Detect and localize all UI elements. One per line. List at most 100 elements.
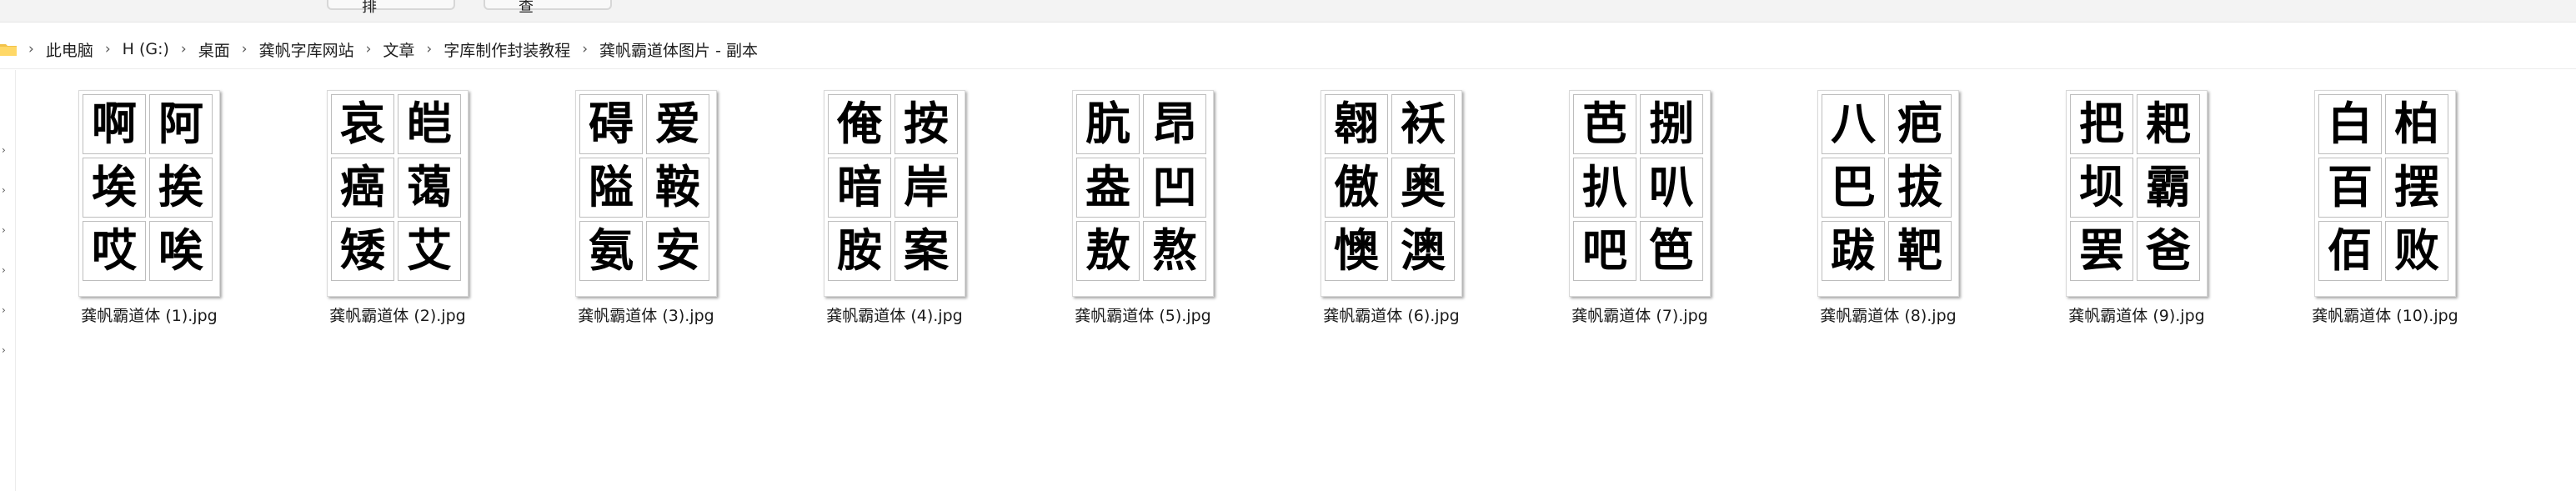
toolbar-tab-b[interactable]: 查 [484,0,612,16]
glyph-cell: 胺 [828,221,891,281]
glyph-cell: 懊 [1325,221,1388,281]
glyph-cell: 岸 [895,158,958,218]
glyph-cell: 昂 [1143,94,1206,154]
glyph-cell: 白 [2318,94,2382,154]
glyph-cell: 氨 [579,221,643,281]
glyph-cell: 俺 [828,94,891,154]
breadcrumb-item-drive[interactable]: H (G:) [123,40,169,58]
expand-arrow-icon[interactable]: › [2,265,8,275]
file-thumbnail[interactable]: 翱袄傲奥懊澳 [1321,90,1462,297]
toolbar-tab-a[interactable]: 排 [327,0,455,16]
glyph-cell: 澳 [1391,221,1455,281]
file-name[interactable]: 龚帆霸道体 (3).jpg [542,303,750,326]
glyph-cell: 笆 [1640,221,1703,281]
glyph-cell: 哎 [83,221,146,281]
glyph-cell: 耙 [2137,94,2200,154]
file-thumbnail[interactable]: 芭捌扒叭吧笆 [1569,90,1711,297]
glyph-cell: 爸 [2137,221,2200,281]
file-thumbnail[interactable]: 八疤巴拔跋靶 [1817,90,1959,297]
folder-icon [0,43,17,56]
glyph-cell: 阿 [149,94,213,154]
file-name[interactable]: 龚帆霸道体 (2).jpg [293,303,502,326]
glyph-cell: 捌 [1640,94,1703,154]
glyph-cell: 败 [2385,221,2448,281]
glyph-cell: 隘 [579,158,643,218]
glyph-cell: 柏 [2385,94,2448,154]
toolbar-strip: 排 查 [0,0,2576,23]
breadcrumb-item-site[interactable]: 龚帆字库网站 [259,38,354,61]
breadcrumb-item-this-pc[interactable]: 此电脑 [46,38,93,61]
glyph-cell: 敖 [1076,221,1140,281]
glyph-cell: 叭 [1640,158,1703,218]
file-thumbnail[interactable]: 碍爱隘鞍氨安 [575,90,717,297]
file-thumbnail[interactable]: 哀皑癌蔼矮艾 [327,90,469,297]
glyph-cell: 奥 [1391,158,1455,218]
file-thumbnail[interactable]: 肮昂盎凹敖熬 [1072,90,1214,297]
breadcrumb-separator: › [241,41,248,58]
glyph-cell: 埃 [83,158,146,218]
file-name[interactable]: 龚帆霸道体 (9).jpg [2032,303,2241,326]
glyph-cell: 碍 [579,94,643,154]
glyph-cell: 案 [895,221,958,281]
glyph-cell: 凹 [1143,158,1206,218]
breadcrumb: › 此电脑 › H (G:) › 桌面 › 龚帆字库网站 › 文章 › 字库制作… [0,30,758,68]
file-thumbnail[interactable]: 把耙坝霸罢爸 [2066,90,2208,297]
navigation-pane-edge[interactable]: › › › › › › [0,70,16,491]
glyph-cell: 摆 [2385,158,2448,218]
breadcrumb-separator: › [582,41,589,58]
breadcrumb-separator: › [365,41,372,58]
breadcrumb-item-articles[interactable]: 文章 [383,38,414,61]
breadcrumb-separator: › [426,41,433,58]
glyph-cell: 百 [2318,158,2382,218]
glyph-cell: 安 [646,221,709,281]
glyph-cell: 跋 [1822,221,1885,281]
expand-arrow-icon[interactable]: › [2,225,8,235]
breadcrumb-item-current-folder[interactable]: 龚帆霸道体图片 - 副本 [599,38,758,61]
breadcrumb-separator: › [104,41,111,58]
glyph-cell: 熬 [1143,221,1206,281]
glyph-cell: 挨 [149,158,213,218]
glyph-cell: 鞍 [646,158,709,218]
file-name[interactable]: 龚帆霸道体 (6).jpg [1287,303,1496,326]
glyph-cell: 盎 [1076,158,1140,218]
file-thumbnail[interactable]: 啊阿埃挨哎唉 [78,90,220,297]
file-name[interactable]: 龚帆霸道体 (7).jpg [1536,303,1744,326]
file-name[interactable]: 龚帆霸道体 (10).jpg [2281,303,2489,326]
glyph-cell: 啊 [83,94,146,154]
glyph-cell: 八 [1822,94,1885,154]
expand-arrow-icon[interactable]: › [2,185,8,195]
glyph-cell: 疤 [1888,94,1952,154]
glyph-cell: 靶 [1888,221,1952,281]
glyph-cell: 爱 [646,94,709,154]
glyph-cell: 皑 [398,94,461,154]
glyph-cell: 艾 [398,221,461,281]
glyph-cell: 袄 [1391,94,1455,154]
glyph-cell: 坝 [2070,158,2133,218]
toolbar-tab-b-label: 查 [519,0,534,16]
file-thumbnail[interactable]: 俺按暗岸胺案 [824,90,965,297]
glyph-cell: 拔 [1888,158,1952,218]
breadcrumb-item-tutorial[interactable]: 字库制作封装教程 [444,38,570,61]
address-bar[interactable]: › 此电脑 › H (G:) › 桌面 › 龚帆字库网站 › 文章 › 字库制作… [0,30,2576,69]
expand-arrow-icon[interactable]: › [2,145,8,155]
glyph-cell: 吧 [1573,221,1636,281]
glyph-cell: 唉 [149,221,213,281]
file-name[interactable]: 龚帆霸道体 (1).jpg [45,303,253,326]
file-name[interactable]: 龚帆霸道体 (8).jpg [1784,303,1992,326]
file-thumbnail[interactable]: 白柏百摆佰败 [2314,90,2456,297]
breadcrumb-separator: › [28,41,34,58]
file-name[interactable]: 龚帆霸道体 (4).jpg [790,303,999,326]
breadcrumb-item-desktop[interactable]: 桌面 [198,38,230,61]
expand-arrow-icon[interactable]: › [2,305,8,315]
glyph-cell: 哀 [331,94,394,154]
glyph-cell: 巴 [1822,158,1885,218]
expand-arrow-icon[interactable]: › [2,345,8,355]
glyph-cell: 霸 [2137,158,2200,218]
glyph-cell: 矮 [331,221,394,281]
file-name[interactable]: 龚帆霸道体 (5).jpg [1039,303,1247,326]
glyph-cell: 罢 [2070,221,2133,281]
glyph-cell: 傲 [1325,158,1388,218]
glyph-cell: 癌 [331,158,394,218]
glyph-cell: 暗 [828,158,891,218]
glyph-cell: 翱 [1325,94,1388,154]
